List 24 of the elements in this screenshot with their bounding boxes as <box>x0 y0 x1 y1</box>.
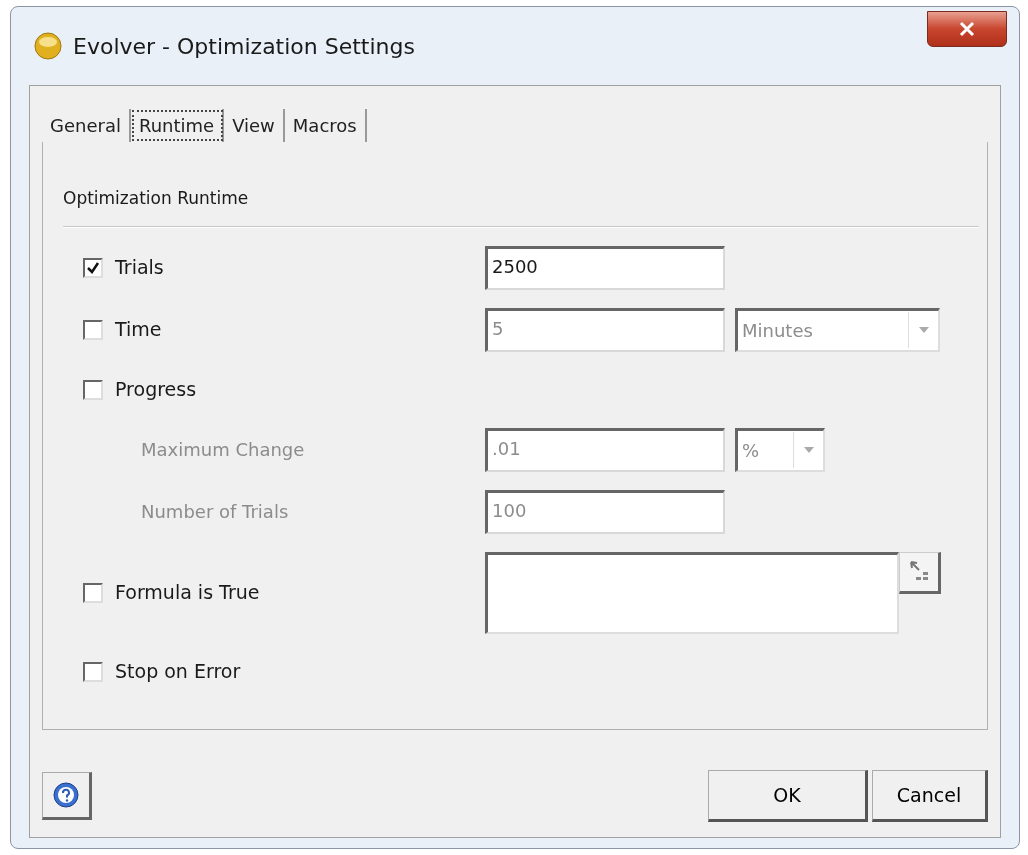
checkbox[interactable] <box>83 661 103 682</box>
dialog-button[interactable]: OK <box>708 770 868 822</box>
checkbox-label: Progress <box>115 377 197 403</box>
dialog-button[interactable]: Cancel <box>872 770 988 822</box>
field-label: Maximum Change <box>140 438 306 462</box>
help-icon <box>53 782 79 808</box>
app-logo-icon <box>33 31 63 61</box>
window-title: Evolver - Optimization Settings <box>73 32 415 61</box>
help-button[interactable] <box>42 772 92 820</box>
checkbox[interactable] <box>83 379 103 400</box>
field-label: Number of Trials <box>140 500 290 524</box>
checkbox-label: Stop on Error <box>115 659 241 685</box>
checkbox-label: Formula is True <box>115 580 260 606</box>
checkbox-label: Trials <box>115 255 164 281</box>
cell-reference-button[interactable] <box>899 551 941 594</box>
checkbox[interactable] <box>83 257 103 278</box>
close-icon <box>958 20 976 38</box>
checkbox-label: Time <box>115 317 162 343</box>
formula-field[interactable] <box>485 551 899 634</box>
input-field[interactable]: 2500 <box>485 245 725 290</box>
close-button[interactable] <box>927 11 1007 47</box>
checkbox[interactable] <box>83 582 103 603</box>
checkbox[interactable] <box>83 319 103 340</box>
section-title: Optimization Runtime <box>63 187 249 210</box>
